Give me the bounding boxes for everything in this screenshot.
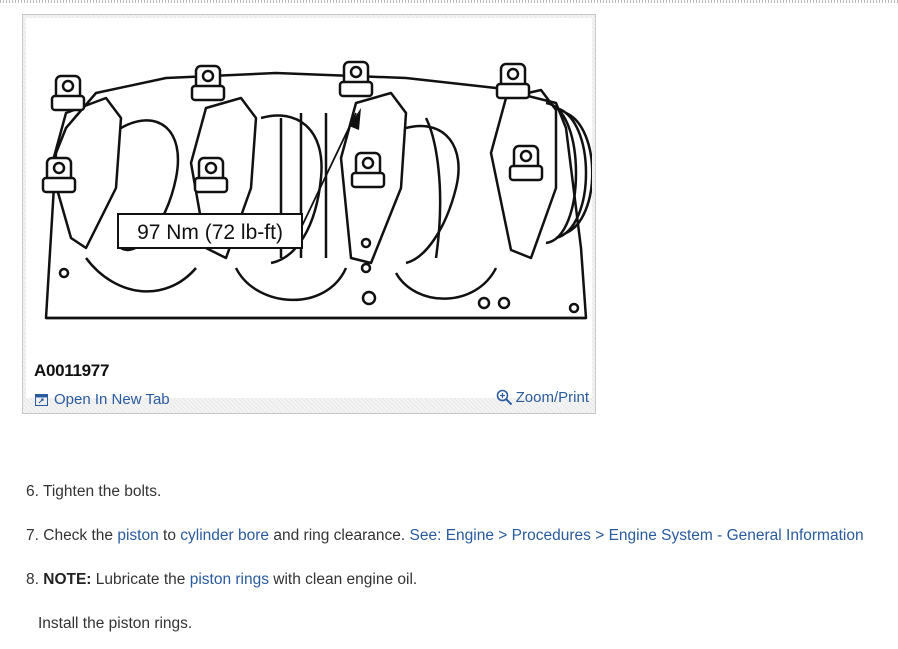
engine-bearing-cap-illustration[interactable]: 97 Nm (72 lb-ft) A0011977 <box>26 18 592 398</box>
open-in-new-tab-label: Open In New Tab <box>54 391 170 408</box>
note-label: NOTE: <box>43 571 92 588</box>
piston-link[interactable]: piston <box>117 527 158 544</box>
open-new-tab-icon <box>35 393 48 406</box>
step-7: 7. Check the piston to cylinder bore and… <box>26 526 864 546</box>
step-text: and ring clearance. <box>273 527 406 544</box>
step-text: Tighten the bolts. <box>42 483 162 500</box>
piston-rings-link[interactable]: piston rings <box>190 571 269 588</box>
step-text: Check the <box>43 527 114 544</box>
step-number: 6. <box>26 483 39 500</box>
crankshaft-line-drawing: 97 Nm (72 lb-ft) <box>41 60 592 320</box>
step-6: 6. Tighten the bolts. <box>26 482 161 502</box>
figure-container: 97 Nm (72 lb-ft) A0011977 Open In New Ta… <box>22 14 596 414</box>
torque-callout: 97 Nm (72 lb-ft) <box>137 221 283 244</box>
note-text: Lubricate the <box>95 571 186 588</box>
cylinder-bore-link[interactable]: cylinder bore <box>180 527 269 544</box>
step-number: 7. <box>26 527 39 544</box>
top-dotted-border <box>0 0 898 3</box>
step-number: 8. <box>26 571 39 588</box>
open-in-new-tab-link[interactable]: Open In New Tab <box>35 391 170 408</box>
step-8: 8. NOTE: Lubricate the piston rings with… <box>26 570 417 590</box>
figure-code: A0011977 <box>34 361 110 380</box>
step-8-instruction: Install the piston rings. <box>38 615 193 632</box>
magnifier-icon <box>496 389 512 406</box>
general-information-link[interactable]: See: Engine > Procedures > Engine System… <box>410 527 864 544</box>
note-text: with clean engine oil. <box>273 571 418 588</box>
zoom-print-label: Zoom/Print <box>515 389 589 406</box>
zoom-print-link[interactable]: Zoom/Print <box>496 389 589 406</box>
step-text: to <box>163 527 176 544</box>
